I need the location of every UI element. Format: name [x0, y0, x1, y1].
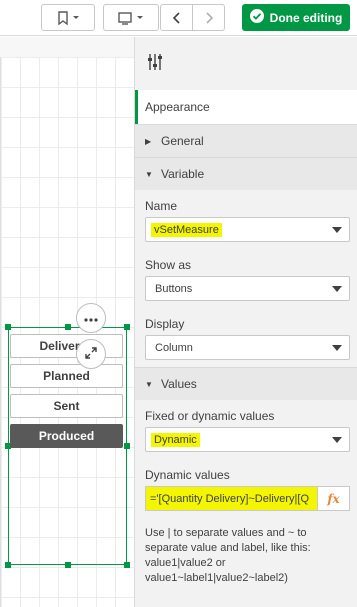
resize-handle[interactable]: [5, 562, 11, 568]
resize-handle[interactable]: [124, 443, 130, 449]
section-variable-label: Variable: [161, 167, 205, 181]
chevron-down-icon: [332, 286, 342, 292]
display-value: Column: [155, 341, 193, 354]
name-label: Name: [145, 199, 178, 213]
name-value: vSetMeasure: [151, 222, 222, 237]
caret-right-icon: ▶: [145, 136, 152, 146]
dynamic-values-expression-input[interactable]: ='[Quantity Delivery]~Delivery|[Q: [145, 486, 317, 511]
resize-handle[interactable]: [5, 324, 11, 330]
fixed-dynamic-label: Fixed or dynamic values: [145, 409, 275, 423]
resize-handle[interactable]: [124, 562, 130, 568]
section-general-label: General: [161, 134, 204, 148]
variable-button-delivered[interactable]: Delivered: [10, 334, 123, 358]
variable-button-sent[interactable]: Sent: [10, 394, 123, 418]
sheet-icon: [117, 11, 145, 25]
fixed-dynamic-select[interactable]: Dynamic: [145, 427, 350, 452]
done-editing-label: Done editing: [269, 10, 343, 25]
appearance-tab[interactable]: Appearance: [135, 90, 357, 124]
fx-icon: fx: [327, 491, 340, 506]
more-options-button[interactable]: [76, 303, 106, 333]
done-editing-button[interactable]: Done editing: [242, 4, 350, 31]
caret-down-icon: ▼: [145, 169, 153, 179]
chevron-down-icon: [332, 437, 342, 443]
expression-editor-button[interactable]: fx: [317, 486, 350, 511]
properties-panel: Appearance ▶ General ▼ Variable Name vSe…: [134, 37, 357, 607]
resize-handle[interactable]: [124, 324, 130, 330]
top-toolbar: Done editing: [0, 0, 357, 36]
properties-sliders-icon[interactable]: [147, 53, 163, 74]
sheet-button[interactable]: [103, 4, 159, 31]
fixed-dynamic-value: Dynamic: [151, 432, 200, 447]
section-values[interactable]: ▼ Values: [135, 367, 357, 400]
bookmark-icon: [55, 10, 81, 25]
section-variable[interactable]: ▼ Variable: [135, 157, 357, 190]
show-as-label: Show as: [145, 258, 192, 272]
show-as-value: Buttons: [155, 282, 193, 295]
display-label: Display: [145, 317, 185, 331]
appearance-label: Appearance: [145, 100, 210, 114]
variable-button-produced[interactable]: Produced: [10, 424, 123, 448]
check-circle-icon: [249, 9, 264, 26]
more-horizontal-icon: [84, 311, 98, 325]
dynamic-values-help-text: Use | to separate values and ~ to separa…: [145, 527, 311, 584]
panel-header: [135, 37, 357, 87]
show-as-select[interactable]: Buttons: [145, 276, 350, 301]
chevron-down-icon: [332, 345, 342, 351]
section-general[interactable]: ▶ General: [135, 124, 357, 157]
variable-button-planned[interactable]: Planned: [10, 364, 123, 388]
chevron-right-icon: [204, 11, 214, 25]
resize-handle[interactable]: [65, 324, 71, 330]
dynamic-values-label: Dynamic values: [145, 468, 230, 482]
caret-down-icon: ▼: [145, 379, 153, 389]
display-select[interactable]: Column: [145, 335, 350, 360]
bookmark-button[interactable]: [41, 4, 95, 31]
resize-handle[interactable]: [65, 562, 71, 568]
section-values-label: Values: [161, 377, 197, 391]
expand-button[interactable]: [76, 339, 106, 369]
previous-sheet-button[interactable]: [160, 4, 193, 31]
chevron-left-icon: [172, 11, 182, 25]
name-select[interactable]: vSetMeasure: [145, 217, 350, 242]
next-sheet-button[interactable]: [192, 4, 225, 31]
expand-icon: [85, 346, 97, 362]
chevron-down-icon: [332, 227, 342, 233]
